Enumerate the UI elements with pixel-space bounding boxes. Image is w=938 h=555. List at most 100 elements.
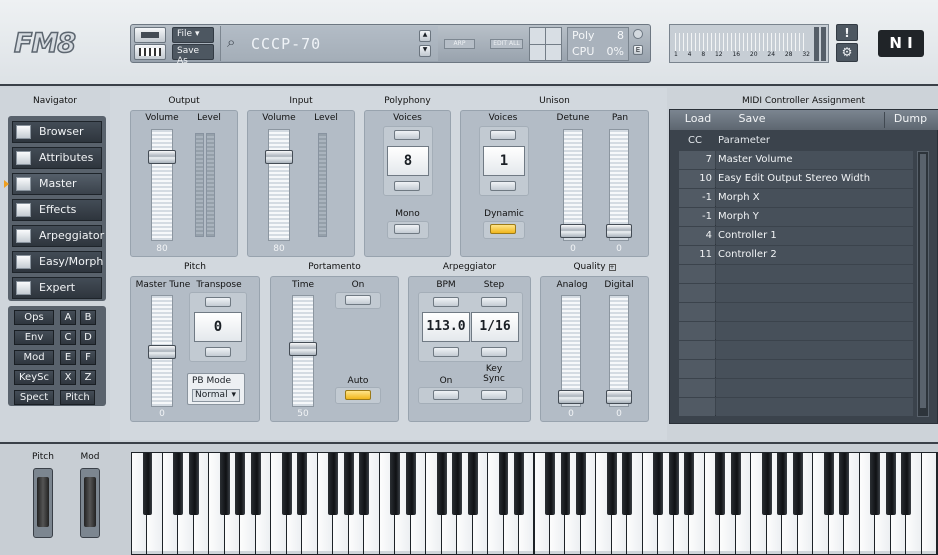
- save-as-button[interactable]: Save As: [172, 44, 214, 66]
- step-down-button[interactable]: [481, 347, 507, 357]
- mod-wheel[interactable]: [80, 468, 100, 538]
- black-key[interactable]: [328, 453, 339, 515]
- nav-grid-z[interactable]: Z: [80, 370, 96, 385]
- operator-matrix-icon[interactable]: [529, 27, 562, 61]
- unison-voices-display[interactable]: 1: [483, 146, 525, 176]
- black-key[interactable]: [777, 453, 788, 515]
- master-tune-slider[interactable]: [148, 295, 176, 407]
- black-key[interactable]: [761, 453, 772, 515]
- transpose-up-button[interactable]: [205, 297, 231, 307]
- midi-row[interactable]: [679, 379, 913, 397]
- key-sync-toggle[interactable]: [481, 390, 507, 400]
- mono-toggle[interactable]: [394, 224, 420, 234]
- nav-grid-pitch[interactable]: Pitch: [60, 390, 95, 405]
- black-key[interactable]: [792, 453, 803, 515]
- midi-row[interactable]: 7 Master Volume: [679, 151, 913, 169]
- black-key[interactable]: [188, 453, 199, 515]
- next-program-icon[interactable]: ▼: [419, 45, 431, 57]
- pitch-wheel[interactable]: [33, 468, 53, 538]
- black-key[interactable]: [885, 453, 896, 515]
- previous-program-icon[interactable]: ▲: [419, 30, 431, 42]
- pan-thumb[interactable]: [606, 224, 632, 238]
- midi-row[interactable]: 11 Controller 2: [679, 246, 913, 264]
- poly-voices-display[interactable]: 8: [387, 146, 429, 176]
- black-key[interactable]: [730, 453, 741, 515]
- output-volume-thumb[interactable]: [148, 150, 176, 164]
- transpose-display[interactable]: 0: [194, 312, 242, 342]
- view-toggle-icon[interactable]: [134, 27, 166, 43]
- input-volume-slider[interactable]: [265, 129, 293, 241]
- porta-time-thumb[interactable]: [289, 342, 317, 356]
- digital-thumb[interactable]: [606, 390, 632, 404]
- analog-slider[interactable]: [558, 295, 584, 407]
- file-menu-button[interactable]: File ▾: [172, 27, 214, 43]
- nav-item-easy-morph[interactable]: Easy/Morph: [12, 251, 103, 273]
- black-key[interactable]: [606, 453, 617, 515]
- input-volume-thumb[interactable]: [265, 150, 293, 164]
- unison-voices-up-button[interactable]: [490, 130, 516, 140]
- midi-row[interactable]: [679, 303, 913, 321]
- analog-thumb[interactable]: [558, 390, 584, 404]
- output-volume-slider[interactable]: [148, 129, 176, 241]
- nav-grid-ops[interactable]: Ops: [14, 310, 54, 325]
- pan-slider[interactable]: [606, 129, 632, 241]
- nav-grid-f[interactable]: F: [80, 350, 96, 365]
- digital-slider[interactable]: [606, 295, 632, 407]
- black-key[interactable]: [235, 453, 246, 515]
- nav-grid-a[interactable]: A: [60, 310, 76, 325]
- midi-row[interactable]: -1 Morph Y: [679, 208, 913, 226]
- detune-thumb[interactable]: [560, 224, 586, 238]
- black-key[interactable]: [514, 453, 524, 515]
- nav-grid-keysc[interactable]: KeySc: [14, 370, 54, 385]
- black-key[interactable]: [668, 453, 679, 515]
- nav-item-effects[interactable]: Effects: [12, 199, 102, 221]
- black-key[interactable]: [297, 453, 308, 515]
- black-key[interactable]: [467, 453, 478, 515]
- nav-grid-b[interactable]: B: [80, 310, 96, 325]
- edit-all-indicator[interactable]: EDIT ALL: [490, 39, 523, 49]
- engine-icon[interactable]: E: [633, 45, 643, 55]
- black-key[interactable]: [359, 453, 370, 515]
- detune-slider[interactable]: [560, 129, 586, 241]
- keyboard-view-icon[interactable]: [134, 44, 166, 60]
- bpm-display[interactable]: 113.0: [422, 312, 470, 342]
- black-key[interactable]: [839, 453, 850, 515]
- nav-item-arpeggiator[interactable]: Arpeggiator: [12, 225, 104, 247]
- midi-load-button[interactable]: Load: [672, 112, 724, 128]
- unison-voices-down-button[interactable]: [490, 181, 516, 191]
- nav-grid-c[interactable]: C: [60, 330, 76, 345]
- black-key[interactable]: [622, 453, 633, 515]
- black-key[interactable]: [405, 453, 416, 515]
- poly-voices-up-button[interactable]: [394, 130, 420, 140]
- nav-grid-x[interactable]: X: [60, 370, 76, 385]
- black-key[interactable]: [281, 453, 292, 515]
- nav-item-browser[interactable]: Browser: [12, 121, 102, 143]
- midi-save-button[interactable]: Save: [726, 112, 778, 128]
- nav-item-expert[interactable]: Expert: [12, 277, 102, 299]
- midi-row[interactable]: 10 Easy Edit Output Stereo Width: [679, 170, 913, 188]
- black-key[interactable]: [452, 453, 463, 515]
- nav-item-attributes[interactable]: Attributes: [12, 147, 102, 169]
- black-key[interactable]: [390, 453, 401, 515]
- black-key[interactable]: [901, 453, 911, 515]
- bpm-up-button[interactable]: [433, 297, 459, 307]
- black-key[interactable]: [653, 453, 664, 515]
- alert-button[interactable]: !: [836, 24, 858, 41]
- black-key[interactable]: [173, 453, 184, 515]
- nav-grid-d[interactable]: D: [80, 330, 96, 345]
- dynamic-toggle[interactable]: [490, 224, 516, 234]
- nav-grid-e[interactable]: E: [60, 350, 76, 365]
- pb-mode-select[interactable]: Normal ▾: [192, 389, 240, 402]
- step-up-button[interactable]: [481, 297, 507, 307]
- program-display[interactable]: ⌕ CCCP-70 ▲ ▼: [220, 26, 438, 61]
- porta-on-toggle[interactable]: [345, 295, 371, 305]
- midi-scrollbar[interactable]: [917, 151, 929, 417]
- transpose-down-button[interactable]: [205, 347, 231, 357]
- arp-indicator[interactable]: ARP: [444, 39, 475, 49]
- black-key[interactable]: [823, 453, 834, 515]
- black-key[interactable]: [250, 453, 261, 515]
- black-key[interactable]: [498, 453, 509, 515]
- midi-row[interactable]: [679, 265, 913, 283]
- nav-grid-spect[interactable]: Spect: [14, 390, 54, 405]
- midi-row[interactable]: 4 Controller 1: [679, 227, 913, 245]
